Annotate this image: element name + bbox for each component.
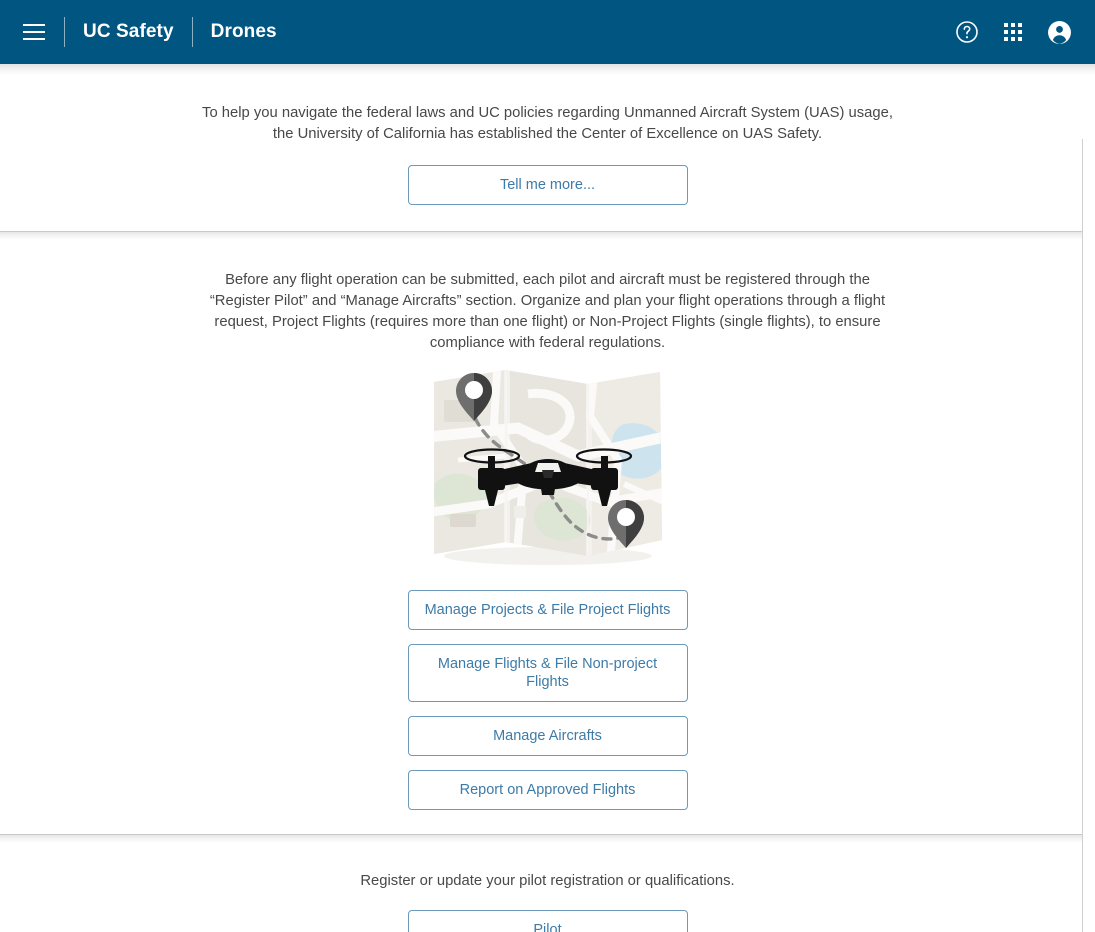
vertical-scrollbar[interactable] (1082, 139, 1095, 932)
manage-flights-button[interactable]: Manage Flights & File Non-project Flight… (407, 644, 688, 702)
pilot-button[interactable]: Pilot (407, 910, 688, 932)
header-divider (191, 17, 193, 47)
section-divider (0, 231, 1095, 240)
app-header: UC Safety Drones (0, 0, 1095, 64)
brand-title: UC Safety (83, 21, 174, 42)
report-approved-flights-button[interactable]: Report on Approved Flights (407, 770, 688, 810)
intro-text: To help you navigate the federal laws an… (202, 105, 893, 142)
hamburger-menu-icon[interactable] (12, 10, 56, 54)
drone-over-map-illustration (428, 364, 668, 574)
header-divider (64, 17, 65, 47)
manage-aircrafts-button[interactable]: Manage Aircrafts (407, 716, 688, 756)
manage-projects-button[interactable]: Manage Projects & File Project Flights (407, 590, 688, 630)
page-content: To help you navigate the federal laws an… (0, 75, 1095, 932)
section-operations: Before any flight operation can be submi… (0, 240, 1095, 834)
operations-text: Before any flight operation can be submi… (209, 272, 886, 351)
tell-me-more-button[interactable]: Tell me more... (407, 165, 688, 205)
apps-grid-dots (1004, 23, 1022, 41)
user-account-icon[interactable] (1045, 18, 1073, 46)
hamburger-bar (23, 24, 45, 26)
apps-grid-icon[interactable] (999, 18, 1027, 46)
operations-button-stack: Manage Projects & File Project Flights M… (0, 590, 1095, 810)
section-intro: To help you navigate the federal laws an… (0, 75, 1095, 231)
pilot-text: Register or update your pilot registrati… (360, 873, 735, 889)
section-pilot: Register or update your pilot registrati… (0, 843, 1095, 932)
help-circle-icon[interactable] (953, 18, 981, 46)
hamburger-bar (23, 38, 45, 40)
header-actions (953, 18, 1073, 46)
hamburger-bar (23, 31, 45, 33)
module-title: Drones (210, 21, 277, 42)
section-divider (0, 834, 1095, 843)
header-shadow-strip (0, 64, 1095, 75)
